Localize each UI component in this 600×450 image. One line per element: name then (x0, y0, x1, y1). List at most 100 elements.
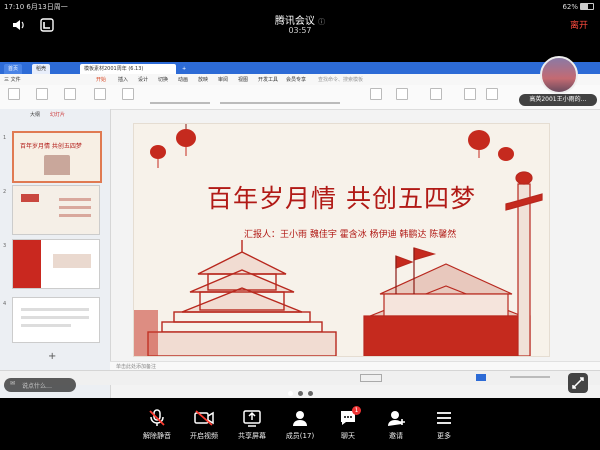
menu-developer[interactable]: 开发工具 (258, 76, 278, 83)
meeting-toolbar: 解除静音 开启视频 共享屏幕 成员(17) 1 聊天 邀请 更多 (0, 402, 600, 450)
temple-thumbnail-graphic (44, 155, 70, 175)
slide-thumbnail-2[interactable] (12, 185, 100, 235)
thumb-heading-block (21, 194, 39, 202)
menu-review[interactable]: 审阅 (218, 76, 228, 83)
meeting-header: 腾讯会议 ⓘ 03:57 离开 (0, 12, 600, 40)
chat-label: 聊天 (341, 432, 355, 440)
meeting-info-icon[interactable]: ⓘ (318, 18, 325, 26)
invite-label: 邀请 (389, 432, 403, 440)
microphone-muted-icon (149, 409, 165, 426)
leave-button[interactable]: 离开 (570, 18, 588, 31)
chat-button[interactable]: 1 聊天 (322, 406, 374, 441)
slide-title[interactable]: 百年岁月情 共创五四梦 (134, 179, 549, 215)
slide-reporters[interactable]: 汇报人：王小雨 魏佳宇 霍含冰 杨伊迪 韩鹏达 陈馨然 (244, 227, 456, 240)
shape-icon[interactable] (396, 88, 408, 100)
start-video-button[interactable]: 开启视频 (178, 408, 230, 441)
expand-icon (572, 377, 584, 389)
layout-icon[interactable] (122, 88, 134, 100)
thumb-line (59, 214, 91, 217)
speaker-name: 高英2001王小雨的… (529, 96, 587, 103)
unmute-label: 解除静音 (143, 432, 171, 440)
tab-docer[interactable]: 稻壳 (32, 64, 51, 74)
text-box-icon[interactable] (370, 88, 382, 100)
more-label: 更多 (437, 432, 451, 440)
wall-graphic (134, 310, 158, 356)
thumb-line (59, 206, 91, 209)
format-painter-icon[interactable] (36, 88, 48, 100)
status-time-date: 17:10 6月13日周一 (4, 3, 68, 11)
share-screen-button[interactable]: 共享屏幕 (226, 408, 278, 441)
play-icon[interactable] (476, 374, 486, 381)
invite-button[interactable]: 邀请 (370, 408, 422, 441)
slide-thumbnail-1[interactable]: 百年岁月情 共创五四梦 (12, 131, 102, 183)
menu-file[interactable]: 三 文件 (4, 76, 21, 83)
status-bar: 17:10 6月13日周一 62% (0, 0, 600, 12)
menu-animation[interactable]: 动画 (178, 76, 188, 83)
thumb-number: 4 (3, 301, 7, 307)
page-dot[interactable] (308, 391, 313, 396)
fullscreen-button[interactable] (568, 373, 588, 393)
menu-transition[interactable]: 切换 (158, 76, 168, 83)
menu-member[interactable]: 会员专享 (286, 76, 306, 83)
slide-thumbnail-3[interactable] (12, 239, 100, 289)
slide-thumbnail-4[interactable] (12, 297, 100, 343)
new-tab-button[interactable]: + (178, 64, 190, 74)
thumb-image-block (53, 254, 91, 268)
temple-of-heaven-illustration (147, 240, 337, 356)
font-controls[interactable] (150, 102, 210, 104)
thumbnail-panel: 大纲 幻灯片 1 百年岁月情 共创五四梦 2 3 4 + (0, 109, 111, 398)
menu-icon (437, 412, 451, 424)
select-icon[interactable] (486, 88, 498, 100)
tab-home[interactable]: 首页 (4, 64, 23, 74)
share-screen-icon (243, 410, 261, 427)
zoom-control[interactable] (360, 374, 382, 382)
thumb-title: 百年岁月情 共创五四梦 (20, 143, 82, 150)
thumb-number: 2 (3, 189, 7, 195)
tab-slides[interactable]: 幻灯片 (50, 111, 65, 118)
tab-document[interactable]: 模板素材2001周年 (6.13) (80, 64, 176, 74)
slide-canvas[interactable]: 百年岁月情 共创五四梦 汇报人：王小雨 魏佳宇 霍含冰 杨伊迪 韩鹏达 陈馨然 (133, 123, 550, 357)
chat-hint-text: 说点什么… (22, 383, 53, 390)
menu-home[interactable]: 开始 (96, 76, 106, 83)
person-icon (293, 411, 307, 426)
speaker-avatar[interactable] (540, 56, 578, 94)
thumb-line (59, 198, 91, 201)
tab-outline[interactable]: 大纲 (30, 111, 40, 118)
menu-slideshow[interactable]: 放映 (198, 76, 208, 83)
slideshow-icon[interactable] (64, 88, 76, 100)
members-button[interactable]: 成员(17) (274, 408, 326, 441)
tiananmen-illustration (363, 247, 531, 356)
chat-hint-bubble[interactable]: ✉ 说点什么… (4, 378, 76, 392)
paragraph-controls[interactable] (220, 102, 340, 104)
thumb-number: 3 (3, 243, 7, 249)
meeting-timer: 03:57 (288, 26, 312, 35)
zoom-slider[interactable] (510, 376, 550, 378)
menu-view[interactable]: 视图 (238, 76, 248, 83)
thumb-line (21, 324, 71, 327)
meeting-title: 腾讯会议 ⓘ (0, 12, 600, 27)
app-status-bar (0, 370, 600, 385)
thumb-number: 1 (3, 135, 7, 141)
battery-indicator: 62% (562, 2, 594, 11)
battery-icon (580, 3, 594, 10)
notes-bar[interactable]: 单击此处添加备注 (110, 361, 600, 370)
search-input[interactable]: 查找命令、搜索模板 (318, 76, 363, 83)
page-dot[interactable] (298, 391, 303, 396)
add-slide-button[interactable]: + (48, 351, 56, 362)
menu-design[interactable]: 设计 (138, 76, 148, 83)
unmute-button[interactable]: 解除静音 (131, 408, 183, 441)
thumb-line (21, 308, 89, 311)
add-person-icon (388, 411, 405, 426)
more-button[interactable]: 更多 (418, 408, 470, 441)
notes-placeholder: 单击此处添加备注 (116, 364, 157, 370)
new-slide-icon[interactable] (94, 88, 106, 100)
start-video-label: 开启视频 (190, 432, 218, 440)
find-icon[interactable] (464, 88, 476, 100)
page-dot-active[interactable] (288, 391, 293, 396)
menu-insert[interactable]: 插入 (118, 76, 128, 83)
paste-icon[interactable] (8, 88, 20, 100)
speaker-name-badge: 高英2001王小雨的… (519, 94, 597, 106)
arrange-icon[interactable] (430, 88, 442, 100)
chat-bubble-icon: ✉ (10, 380, 16, 387)
thumb-red-panel (13, 240, 41, 288)
